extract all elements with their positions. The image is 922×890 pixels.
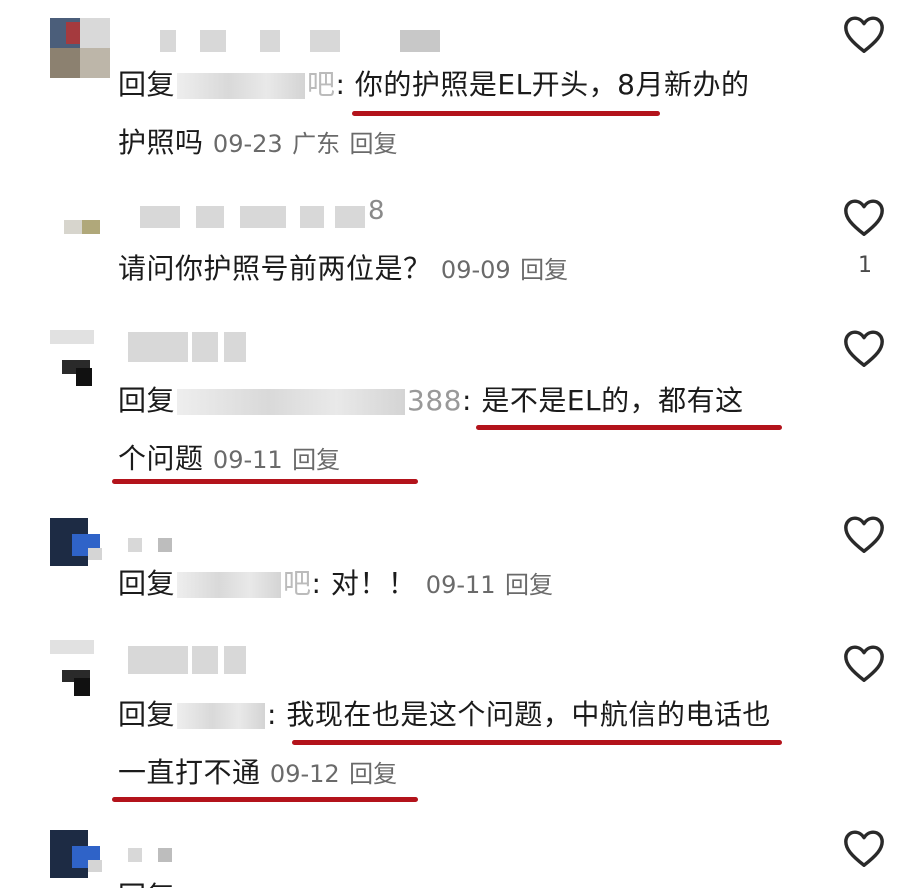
reply-button[interactable]: 回复 — [505, 571, 553, 599]
comment-text-block: 请问你护照号前两位是？ 09-09 回复 — [118, 240, 772, 299]
avatar[interactable] — [50, 518, 110, 578]
mentioned-user-tail: 吧 — [307, 68, 336, 101]
reply-button[interactable]: 回复 — [349, 130, 397, 158]
username-blurred[interactable] — [128, 646, 258, 674]
comment-date: 09-11 — [212, 446, 283, 474]
mentioned-user-blurred[interactable] — [177, 389, 406, 415]
mentioned-user-tail: 吧 — [283, 567, 312, 600]
highlight-underline — [292, 740, 782, 745]
username-blurred[interactable] — [128, 848, 178, 862]
comment-text: 对！！ — [330, 567, 417, 600]
heart-outline-icon[interactable] — [842, 514, 886, 554]
avatar[interactable] — [50, 330, 110, 390]
mentioned-user-tail: 388 — [407, 384, 462, 417]
reply-prefix: 回复 — [118, 384, 176, 417]
comment-text: 请问你护照号前两位是？ — [118, 252, 432, 285]
avatar[interactable] — [50, 220, 110, 236]
username-blurred[interactable] — [160, 30, 460, 52]
reply-button[interactable]: 回复 — [520, 256, 568, 284]
avatar[interactable] — [50, 18, 110, 78]
heart-outline-icon[interactable] — [842, 643, 886, 683]
heart-outline-icon[interactable] — [842, 197, 886, 237]
heart-outline-icon[interactable] — [842, 828, 886, 868]
mentioned-user-blurred[interactable] — [177, 572, 282, 598]
highlight-underline — [352, 111, 660, 116]
comment-date: 09-23 — [212, 130, 283, 158]
reply-button[interactable]: 回复 — [349, 760, 397, 788]
reply-prefix: 回复 — [118, 698, 176, 731]
username-blurred[interactable] — [128, 538, 178, 552]
mentioned-user-blurred[interactable] — [177, 73, 306, 99]
reply-prefix: 回复 — [118, 880, 175, 888]
heart-outline-icon[interactable] — [842, 328, 886, 368]
like-count: 1 — [858, 253, 872, 278]
heart-outline-icon[interactable] — [842, 14, 886, 54]
username-blurred[interactable] — [128, 332, 258, 362]
highlight-underline — [112, 479, 418, 484]
reply-prefix: 回复 — [118, 68, 176, 101]
highlight-underline — [112, 797, 418, 802]
avatar[interactable] — [50, 830, 110, 890]
reply-prefix: 回复 — [118, 567, 176, 600]
comment-text-block: 回复 吧: 对！！ 09-11 回复 — [118, 567, 553, 600]
comment-date: 09-12 — [269, 760, 340, 788]
avatar[interactable] — [50, 640, 110, 700]
comment-location: 广东 — [292, 130, 341, 158]
comment-text-block: 回复 388: 是不是EL的，都有这个问题 09-11 回复 — [118, 384, 744, 475]
reply-button[interactable]: 回复 — [292, 446, 340, 474]
username-tail[interactable]: 8 — [368, 196, 385, 226]
comment-text-block: 回复 — [118, 868, 772, 888]
comment-date: 09-11 — [425, 571, 496, 599]
highlight-underline — [476, 425, 782, 430]
comment-date: 09-09 — [440, 256, 511, 284]
mentioned-user-blurred[interactable] — [177, 703, 266, 729]
username-blurred[interactable] — [140, 206, 365, 228]
